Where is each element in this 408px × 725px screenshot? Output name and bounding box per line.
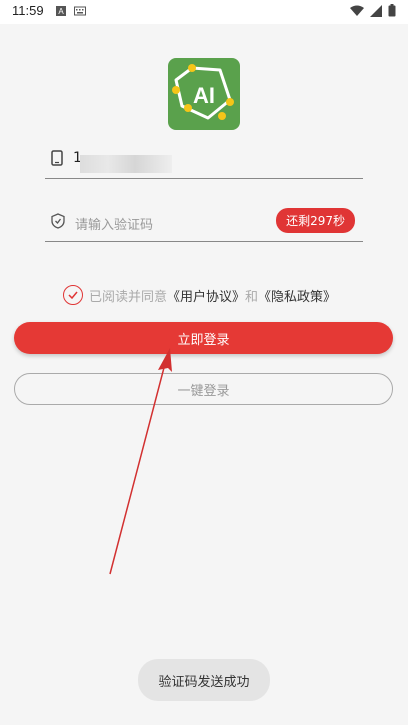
annotation-arrow: [109, 348, 172, 575]
toast-message: 验证码发送成功: [138, 659, 270, 701]
